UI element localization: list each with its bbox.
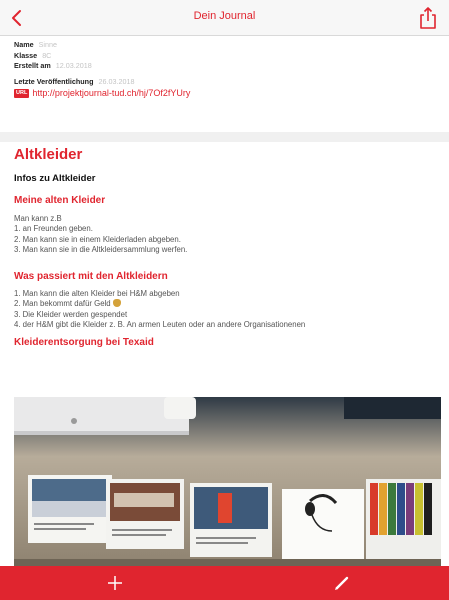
bottom-toolbar [0, 566, 449, 600]
section-heading: Kleiderentsorgung bei Texaid [14, 337, 154, 349]
section-body: Man kann z.B 1. an Freunden geben. 2. Ma… [14, 214, 439, 255]
section-heading: Was passiert mit den Altkleidern [14, 271, 168, 283]
body-line: 3. Man kann sie in die Altkleidersammlun… [14, 244, 188, 254]
pencil-icon [335, 576, 349, 590]
body-line: 2. Man kann sie in einem Kleiderladen ab… [14, 234, 181, 244]
meta-name-label: Name [14, 40, 34, 49]
body-line: 4. der H&M gibt die Kleider z. B. An arm… [14, 320, 306, 330]
meta-class-row: Klasse 8C [14, 51, 434, 62]
journal-content: Altkleider Infos zu Altkleider Meine alt… [14, 146, 439, 349]
body-line: 1. an Freunden geben. [14, 224, 93, 234]
meta-published-label: Letzte Veröffentlichung [14, 76, 94, 86]
section-body: 1. Man kann die alten Kleider bei H&M ab… [14, 289, 439, 330]
section-heading: Meine alten Kleider [14, 195, 106, 206]
meta-name-row: Name Sinne [14, 40, 434, 51]
meta-created-row: Erstellt am 12.03.2018 [14, 61, 434, 72]
journal-url-link[interactable]: http://projektjournal-tud.ch/hj/7Of2fYUr… [32, 88, 190, 98]
body-line-with-emoji: 2. Man bekommt dafür Geld [14, 299, 439, 309]
edit-button[interactable] [331, 572, 353, 594]
body-line: Man kann z.B [14, 214, 62, 223]
navigation-bar: Dein Journal [0, 0, 449, 36]
meta-created-value: 12.03.2018 [55, 61, 92, 70]
add-entry-button[interactable] [104, 572, 126, 594]
body-line: 3. Die Kleider werden gespendet [14, 309, 128, 319]
body-line-text: 2. Man bekommt dafür Geld [14, 299, 111, 309]
page-title: Dein Journal [193, 10, 256, 22]
photo-illustration [14, 397, 441, 567]
section-divider [0, 132, 449, 142]
plus-icon [108, 576, 122, 590]
meta-published-value: 26.03.2018 [98, 76, 135, 86]
money-bag-icon [112, 299, 121, 308]
journal-meta: Name Sinne Klasse 8C Erstellt am 12.03.2… [14, 40, 434, 99]
url-badge: URL [14, 88, 30, 98]
meta-class-label: Klasse [14, 50, 38, 60]
meta-name-value: Sinne [38, 40, 57, 49]
journal-photo [14, 397, 441, 567]
meta-class-value: 8C [42, 50, 52, 60]
journal-subtitle: Infos zu Altkleider [14, 173, 96, 184]
meta-created-label: Erstellt am [14, 61, 51, 70]
journal-url-row: URL http://projektjournal-tud.ch/hj/7Of2… [14, 87, 434, 99]
share-button[interactable] [417, 6, 439, 30]
body-line: 1. Man kann die alten Kleider bei H&M ab… [14, 289, 180, 299]
journal-title: Altkleider [14, 146, 83, 163]
share-icon [420, 7, 436, 29]
meta-published-row: Letzte Veröffentlichung 26.03.2018 [14, 77, 434, 88]
